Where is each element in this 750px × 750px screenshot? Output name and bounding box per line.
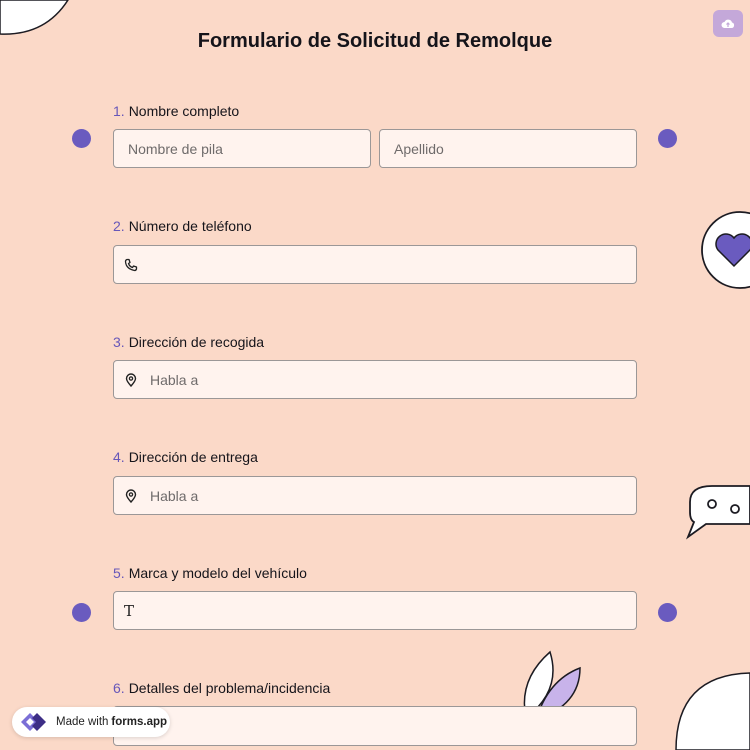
chat-bubble-decoration — [686, 485, 750, 540]
question-label-vehicle: 5. Marca y modelo del vehículo — [113, 565, 307, 581]
location-pin-icon — [124, 372, 142, 387]
question-number: 4. — [113, 449, 125, 465]
badge-brand: forms.app — [111, 716, 168, 728]
question-label-problem-details: 6. Detalles del problema/incidencia — [113, 680, 330, 696]
form-title: Formulario de Solicitud de Remolque — [197, 30, 553, 52]
phone-input[interactable] — [113, 245, 637, 284]
decorative-dot — [658, 129, 677, 148]
question-label-pickup-address: 3. Dirección de recogida — [113, 334, 264, 350]
question-text: Nombre completo — [128, 103, 240, 119]
question-text: Número de teléfono — [128, 218, 252, 234]
question-label-delivery-address: 4. Dirección de entrega — [113, 449, 258, 465]
decorative-dot — [72, 603, 91, 622]
vehicle-make-model-input[interactable]: T — [113, 591, 637, 630]
cloud-upload-icon — [721, 19, 735, 28]
question-text: Dirección de entrega — [128, 449, 258, 465]
corner-circle-bottom-right-decoration — [675, 672, 750, 750]
problem-details-input[interactable] — [113, 706, 637, 746]
pickup-address-input[interactable]: Habla a — [113, 360, 637, 399]
delivery-address-input[interactable]: Habla a — [113, 476, 637, 515]
badge-prefix: Made with — [56, 716, 109, 728]
question-label-phone: 2. Número de teléfono — [113, 218, 252, 234]
question-number: 6. — [113, 680, 125, 696]
location-pin-icon — [124, 488, 142, 503]
first-name-input[interactable]: Nombre de pila — [113, 129, 371, 168]
phone-icon — [124, 258, 142, 272]
last-name-placeholder: Apellido — [394, 140, 444, 157]
question-text: Detalles del problema/incidencia — [128, 680, 331, 696]
decorative-dot — [72, 129, 91, 148]
question-number: 5. — [113, 565, 125, 581]
delivery-address-placeholder: Habla a — [150, 487, 199, 504]
question-text: Dirección de recogida — [128, 334, 265, 350]
question-number: 2. — [113, 218, 125, 234]
question-label-full-name: 1. Nombre completo — [113, 103, 239, 119]
pickup-address-placeholder: Habla a — [150, 371, 199, 388]
text-icon: T — [124, 601, 135, 620]
forms-app-logo-icon — [20, 711, 48, 733]
question-number: 3. — [113, 334, 125, 350]
last-name-input[interactable]: Apellido — [379, 129, 637, 168]
question-text: Marca y modelo del vehículo — [128, 565, 307, 581]
heart-bubble-decoration — [701, 211, 750, 289]
question-number: 1. — [113, 103, 125, 119]
decorative-dot — [658, 603, 677, 622]
made-with-forms-app-badge[interactable]: Made with forms.app — [12, 707, 170, 737]
first-name-placeholder: Nombre de pila — [128, 140, 223, 157]
